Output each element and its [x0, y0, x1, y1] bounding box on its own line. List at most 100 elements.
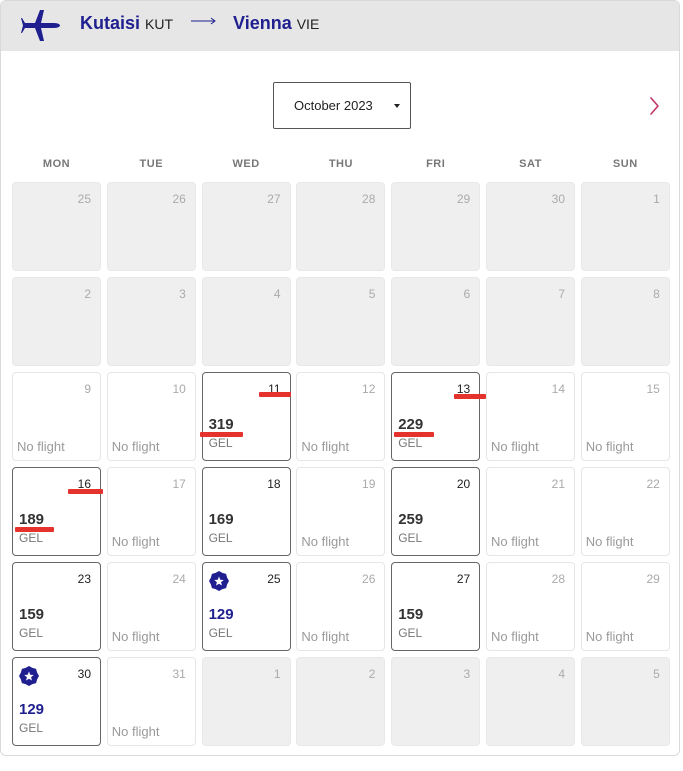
no-flight-label: No flight [491, 534, 539, 549]
currency-label: GEL [19, 721, 44, 735]
day-cell-with-price[interactable]: 20 259 GEL [391, 467, 481, 556]
day-number: 27 [456, 572, 471, 586]
day-cell-no-flight: 21 No flight [486, 467, 575, 556]
day-number: 1 [273, 667, 281, 681]
day-cell-with-price[interactable]: 16 189 GEL [12, 467, 101, 556]
day-cell-disabled: 7 [486, 277, 575, 366]
day-cell-with-price[interactable]: 30 129 GEL [12, 657, 101, 746]
day-cell-no-flight: 19 No flight [296, 467, 386, 556]
day-number: 30 [551, 192, 565, 206]
day-cell-disabled: 1 [580, 182, 670, 271]
route-summary: Kutaisi KUT Vienna VIE [80, 13, 319, 34]
day-cell-no-flight: 14 No flight [486, 372, 575, 461]
best-price-star-icon [208, 571, 229, 591]
route-arrow-icon [191, 17, 216, 25]
weekday-fri: FRI [426, 158, 446, 170]
day-cell-with-price[interactable]: 13 229 GEL [391, 372, 481, 461]
currency-label: GEL [398, 436, 423, 450]
day-cell-with-price[interactable]: 18 169 GEL [201, 467, 291, 556]
price-value: 169 [208, 511, 234, 528]
price-value: 129 [19, 701, 45, 718]
day-cell-no-flight: 29 No flight [580, 562, 670, 651]
day-cell-no-flight: 28 No flight [486, 562, 575, 651]
currency-label: GEL [208, 531, 233, 545]
price-value: 129 [208, 606, 234, 623]
day-number: 5 [368, 287, 376, 301]
day-cell-disabled: 27 [201, 182, 291, 271]
price-value: 189 [19, 511, 45, 528]
day-number: 20 [456, 477, 471, 491]
no-flight-label: No flight [111, 534, 160, 549]
flight-calendar-card: Kutaisi KUT Vienna VIE October 2023 MON T… [0, 0, 680, 756]
no-flight-label: No flight [111, 724, 160, 739]
day-number: 28 [362, 192, 376, 206]
day-number: 28 [551, 572, 565, 586]
no-flight-label: No flight [111, 439, 160, 454]
currency-label: GEL [208, 626, 233, 640]
chevron-right-icon [650, 97, 659, 115]
red-annotation-mark [454, 394, 486, 399]
best-price-star-icon [19, 666, 39, 686]
next-month-button[interactable] [643, 95, 665, 117]
day-number: 2 [84, 287, 91, 301]
weekday-header: MON TUE WED THU FRI SAT SUN [12, 158, 672, 172]
day-cell-disabled: 3 [106, 277, 196, 366]
day-cell-no-flight: 31 No flight [106, 657, 196, 746]
no-flight-label: No flight [585, 629, 634, 644]
day-cell-disabled: 30 [486, 182, 575, 271]
currency-label: GEL [19, 626, 44, 640]
day-number: 31 [172, 667, 186, 681]
price-value: 229 [398, 416, 424, 433]
calendar-grid: 25 26 27 28 29 30 1 2 3 4 5 6 7 8 9 No flight 10 No fligh… [12, 182, 672, 746]
airplane-icon [21, 10, 60, 41]
currency-label: GEL [398, 531, 423, 545]
day-number: 9 [84, 382, 91, 396]
day-number: 1 [653, 192, 660, 206]
month-select[interactable]: October 2023 [273, 82, 411, 129]
day-number: 18 [267, 477, 281, 491]
day-cell-no-flight: 22 No flight [580, 467, 670, 556]
day-number: 12 [362, 382, 376, 396]
day-number: 26 [172, 192, 186, 206]
red-annotation-mark [15, 527, 54, 532]
day-cell-disabled: 4 [201, 277, 291, 366]
no-flight-label: No flight [491, 629, 539, 644]
weekday-wed: WED [232, 158, 260, 170]
no-flight-label: No flight [585, 534, 634, 549]
day-cell-with-price[interactable]: 25 129 GEL [201, 562, 291, 651]
weekday-sun: SUN [612, 158, 638, 170]
day-number: 2 [368, 667, 376, 681]
day-number: 4 [273, 287, 281, 301]
day-cell-no-flight: 26 No flight [296, 562, 386, 651]
day-number: 8 [653, 287, 660, 301]
red-annotation-mark [200, 432, 243, 437]
day-cell-disabled: 4 [486, 657, 575, 746]
price-value: 319 [208, 416, 234, 433]
caret-down-icon [394, 104, 400, 108]
day-number: 30 [77, 667, 91, 681]
day-number: 22 [646, 477, 660, 491]
day-number: 29 [646, 572, 660, 586]
day-cell-disabled: 3 [391, 657, 481, 746]
day-cell-no-flight: 12 No flight [296, 372, 386, 461]
day-cell-disabled: 5 [296, 277, 386, 366]
no-flight-label: No flight [17, 439, 65, 454]
day-number: 21 [551, 477, 565, 491]
day-cell-disabled: 6 [391, 277, 481, 366]
day-number: 14 [551, 382, 565, 396]
day-cell-disabled: 5 [580, 657, 670, 746]
day-cell-disabled: 1 [201, 657, 291, 746]
no-flight-label: No flight [111, 629, 160, 644]
day-cell-with-price[interactable]: 27 159 GEL [391, 562, 481, 651]
currency-label: GEL [208, 436, 233, 450]
day-number: 23 [77, 572, 91, 586]
red-annotation-mark [68, 489, 103, 494]
weekday-thu: THU [328, 158, 353, 170]
no-flight-label: No flight [301, 534, 350, 549]
day-cell-with-price[interactable]: 11 319 GEL [201, 372, 291, 461]
day-cell-no-flight: 15 No flight [580, 372, 670, 461]
day-cell-disabled: 8 [580, 277, 670, 366]
day-cell-with-price[interactable]: 23 159 GEL [12, 562, 101, 651]
day-number: 17 [172, 477, 186, 491]
day-number: 6 [463, 287, 471, 301]
